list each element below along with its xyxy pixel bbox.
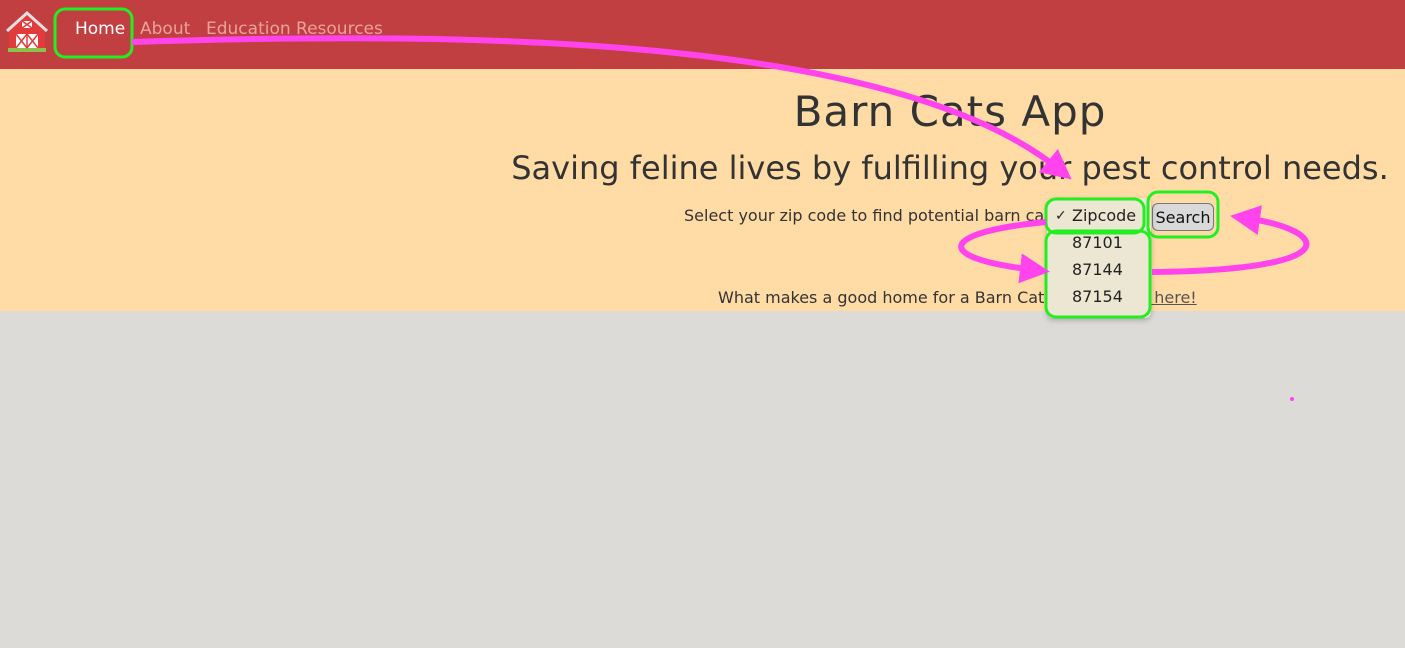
- zip-select-prompt: Select your zip code to find potential b…: [684, 206, 1059, 225]
- zipcode-option-placeholder[interactable]: ✓ Zipcode: [1047, 203, 1151, 229]
- zipcode-option-87154[interactable]: 87154: [1047, 284, 1151, 310]
- option-label: 87154: [1072, 287, 1123, 306]
- checkmark-icon: ✓: [1055, 208, 1067, 224]
- red-barn-icon[interactable]: [5, 10, 49, 54]
- zipcode-dropdown[interactable]: ✓ Zipcode 87101 87144 87154: [1047, 198, 1151, 318]
- option-label: Zipcode: [1072, 206, 1137, 225]
- page-title: Barn Cats App: [793, 87, 1107, 136]
- search-button[interactable]: Search: [1152, 203, 1214, 231]
- hero-section: Barn Cats App Saving feline lives by ful…: [0, 69, 1405, 311]
- zipcode-option-87101[interactable]: 87101: [1047, 230, 1151, 256]
- navbar: Home About Education Resources: [0, 0, 1405, 69]
- nav-about-link[interactable]: About: [140, 19, 190, 39]
- nav-home-link[interactable]: Home: [75, 19, 125, 39]
- tagline: Saving feline lives by fulfilling your p…: [511, 149, 1389, 187]
- nav-education-resources-link[interactable]: Education Resources: [206, 19, 383, 39]
- magenta-dot: [1290, 397, 1294, 401]
- option-label: 87144: [1072, 260, 1123, 279]
- option-label: 87101: [1072, 233, 1123, 252]
- zipcode-option-87144[interactable]: 87144: [1047, 257, 1151, 283]
- good-home-question: What makes a good home for a Barn Cat?: [718, 288, 1053, 307]
